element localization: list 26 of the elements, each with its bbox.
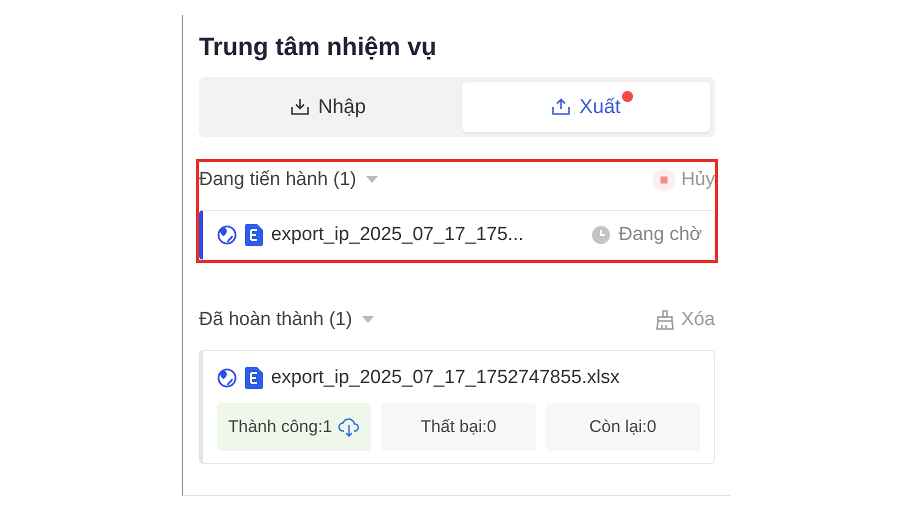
task-status: Đang chờ [618, 224, 702, 246]
stat-label: Còn lại:0 [589, 417, 656, 437]
panel-title: Trung tâm nhiệm vụ [199, 32, 438, 63]
cloud-download-icon[interactable] [338, 417, 360, 437]
stop-icon [653, 169, 676, 191]
globe-pin-icon [217, 225, 237, 245]
broom-icon [655, 310, 676, 330]
section-title: Đã hoàn thành (1) [199, 309, 352, 331]
tab[interactable]: Xuất [462, 82, 710, 132]
notification-dot [622, 90, 633, 102]
upload-icon [551, 98, 572, 116]
stat-label: Thất bại:0 [420, 417, 496, 437]
document-icon [245, 224, 263, 246]
caret-icon[interactable] [362, 316, 374, 324]
stat-label: Thành công:1 [228, 417, 332, 437]
download-icon [290, 98, 310, 116]
cancel-button[interactable]: Hủy [653, 169, 715, 191]
file-name: export_ip_2025_07_17_1752747855.xlsx [271, 367, 620, 389]
tab[interactable]: Nhập [204, 82, 452, 132]
document-icon [245, 367, 263, 389]
file-name: export_ip_2025_07_17_175... [271, 224, 524, 246]
caret-icon[interactable] [366, 176, 378, 184]
section-title: Đang tiến hành (1) [199, 169, 356, 191]
clear-button[interactable]: Xóa [655, 309, 715, 331]
clock-icon [590, 225, 611, 245]
globe-pin-icon [217, 368, 237, 388]
